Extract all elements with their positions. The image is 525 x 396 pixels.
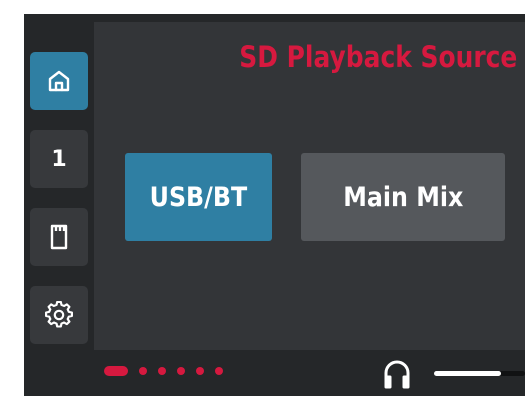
main-mix-source-label: Main Mix	[342, 181, 464, 213]
main-mix-source-button[interactable]: Main Mix	[301, 153, 505, 241]
sidebar-item-channel-label: 1	[51, 146, 67, 172]
footer-bar	[24, 350, 525, 396]
headphones-icon[interactable]	[381, 357, 413, 391]
main-panel: SD Playback Source USB/BT Main Mix	[94, 22, 525, 350]
gear-icon	[45, 301, 73, 329]
page-title: SD Playback Source	[238, 40, 517, 74]
usb-bt-source-label: USB/BT	[149, 181, 248, 213]
home-icon	[46, 68, 72, 94]
sidebar-item-sd-card[interactable]	[30, 208, 88, 266]
page-dot[interactable]	[158, 367, 166, 375]
page-dot[interactable]	[215, 367, 223, 375]
page-dot[interactable]	[196, 367, 204, 375]
sidebar: 1	[24, 14, 94, 350]
sidebar-item-home[interactable]	[30, 52, 88, 110]
sidebar-item-channel[interactable]: 1	[30, 130, 88, 188]
sidebar-item-settings[interactable]	[30, 286, 88, 344]
page-dot[interactable]	[139, 367, 147, 375]
headphone-volume-level	[434, 371, 501, 376]
device-screen: 1 SD Playback Source USB/BT Main Mix	[24, 14, 525, 396]
usb-bt-source-button[interactable]: USB/BT	[125, 153, 272, 241]
page-dot[interactable]	[177, 367, 185, 375]
page-indicator[interactable]	[104, 365, 234, 377]
headphone-volume-slider[interactable]	[434, 371, 525, 376]
sd-card-icon	[46, 223, 72, 251]
page-dot-active[interactable]	[104, 366, 128, 376]
